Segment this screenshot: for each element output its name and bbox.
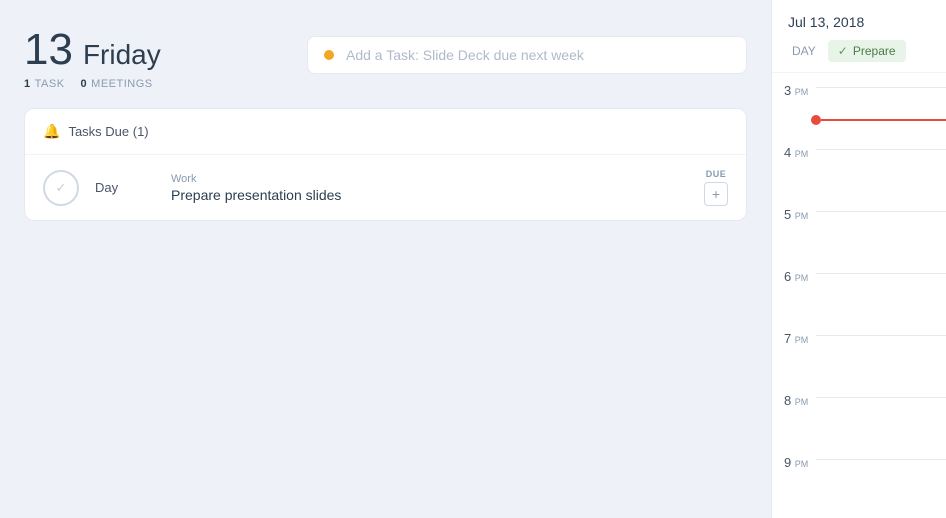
tab-day[interactable]: DAY [788,42,820,60]
time-sub: PM [792,87,808,97]
task-count: 1 [24,78,31,90]
time-line [816,87,946,88]
time-label: 8 PM [784,383,808,408]
table-row: ✓ Day Work Prepare presentation slides D… [25,155,746,220]
time-slot: 9 PM [772,445,946,507]
tab-prepare[interactable]: ✓ Prepare [828,40,906,62]
left-panel: 13 Friday 1 TASK 0 MEETINGS Add a Task: … [0,0,771,518]
time-slots: 3 PM 4 PM 5 PM 6 PM [772,73,946,518]
time-line [816,459,946,460]
time-slot: 8 PM [772,383,946,445]
day-stats: 1 TASK 0 MEETINGS [24,78,161,90]
plus-icon: + [712,186,720,202]
time-label: 3 PM [784,73,808,98]
day-name: Friday [83,38,161,72]
day-title: 13 Friday 1 TASK 0 MEETINGS [24,28,161,90]
tab-prepare-label: Prepare [853,44,896,58]
time-sub: PM [792,273,808,283]
time-slot: 6 PM [772,259,946,321]
task-info: Work Prepare presentation slides [171,173,688,203]
time-label: 7 PM [784,321,808,346]
time-label: 6 PM [784,259,808,284]
time-line [816,211,946,212]
time-sub: PM [792,335,808,345]
bell-icon: 🔔 [43,123,60,140]
header-section: 13 Friday 1 TASK 0 MEETINGS Add a Task: … [24,28,747,90]
meeting-label: MEETINGS [91,78,152,90]
tasks-section: 🔔 Tasks Due (1) ✓ Day Work Prepare prese… [24,108,747,221]
time-slot: 5 PM [772,197,946,259]
add-task-bar[interactable]: Add a Task: Slide Deck due next week [307,36,747,74]
task-time: Day [95,180,155,195]
time-line [816,335,946,336]
view-tabs: DAY ✓ Prepare [788,40,930,62]
day-number: 13 [24,28,73,72]
due-badge: DUE + [704,169,728,206]
add-task-placeholder: Add a Task: Slide Deck due next week [346,47,584,63]
task-stat: 1 TASK [24,78,65,90]
time-sub: PM [792,211,808,221]
task-title: Prepare presentation slides [171,187,688,203]
current-time-indicator [816,115,946,125]
tasks-header: 🔔 Tasks Due (1) [25,109,746,155]
task-circle[interactable]: ✓ [43,170,79,206]
task-label: TASK [35,78,65,90]
time-line [816,149,946,150]
time-sub: PM [792,459,808,469]
right-header: Jul 13, 2018 DAY ✓ Prepare [772,0,946,73]
time-line [816,397,946,398]
time-label: 4 PM [784,135,808,160]
time-line [816,273,946,274]
due-label: DUE [706,169,727,179]
tasks-due-label: Tasks Due (1) [68,124,148,139]
time-sub: PM [792,397,808,407]
check-icon: ✓ [56,180,67,196]
due-button[interactable]: + [704,182,728,206]
task-category: Work [171,173,688,185]
right-date: Jul 13, 2018 [788,14,930,30]
time-sub: PM [792,149,808,159]
meeting-stat: 0 MEETINGS [81,78,153,90]
dot-yellow [324,50,334,60]
time-slot: 7 PM [772,321,946,383]
time-slot: 4 PM [772,135,946,197]
current-line [821,119,946,121]
time-label: 5 PM [784,197,808,222]
meeting-count: 0 [81,78,88,90]
right-panel: Jul 13, 2018 DAY ✓ Prepare 3 PM 4 PM [771,0,946,518]
current-dot [811,115,821,125]
check-icon: ✓ [838,44,848,58]
time-label: 9 PM [784,445,808,470]
time-slot: 3 PM [772,73,946,135]
